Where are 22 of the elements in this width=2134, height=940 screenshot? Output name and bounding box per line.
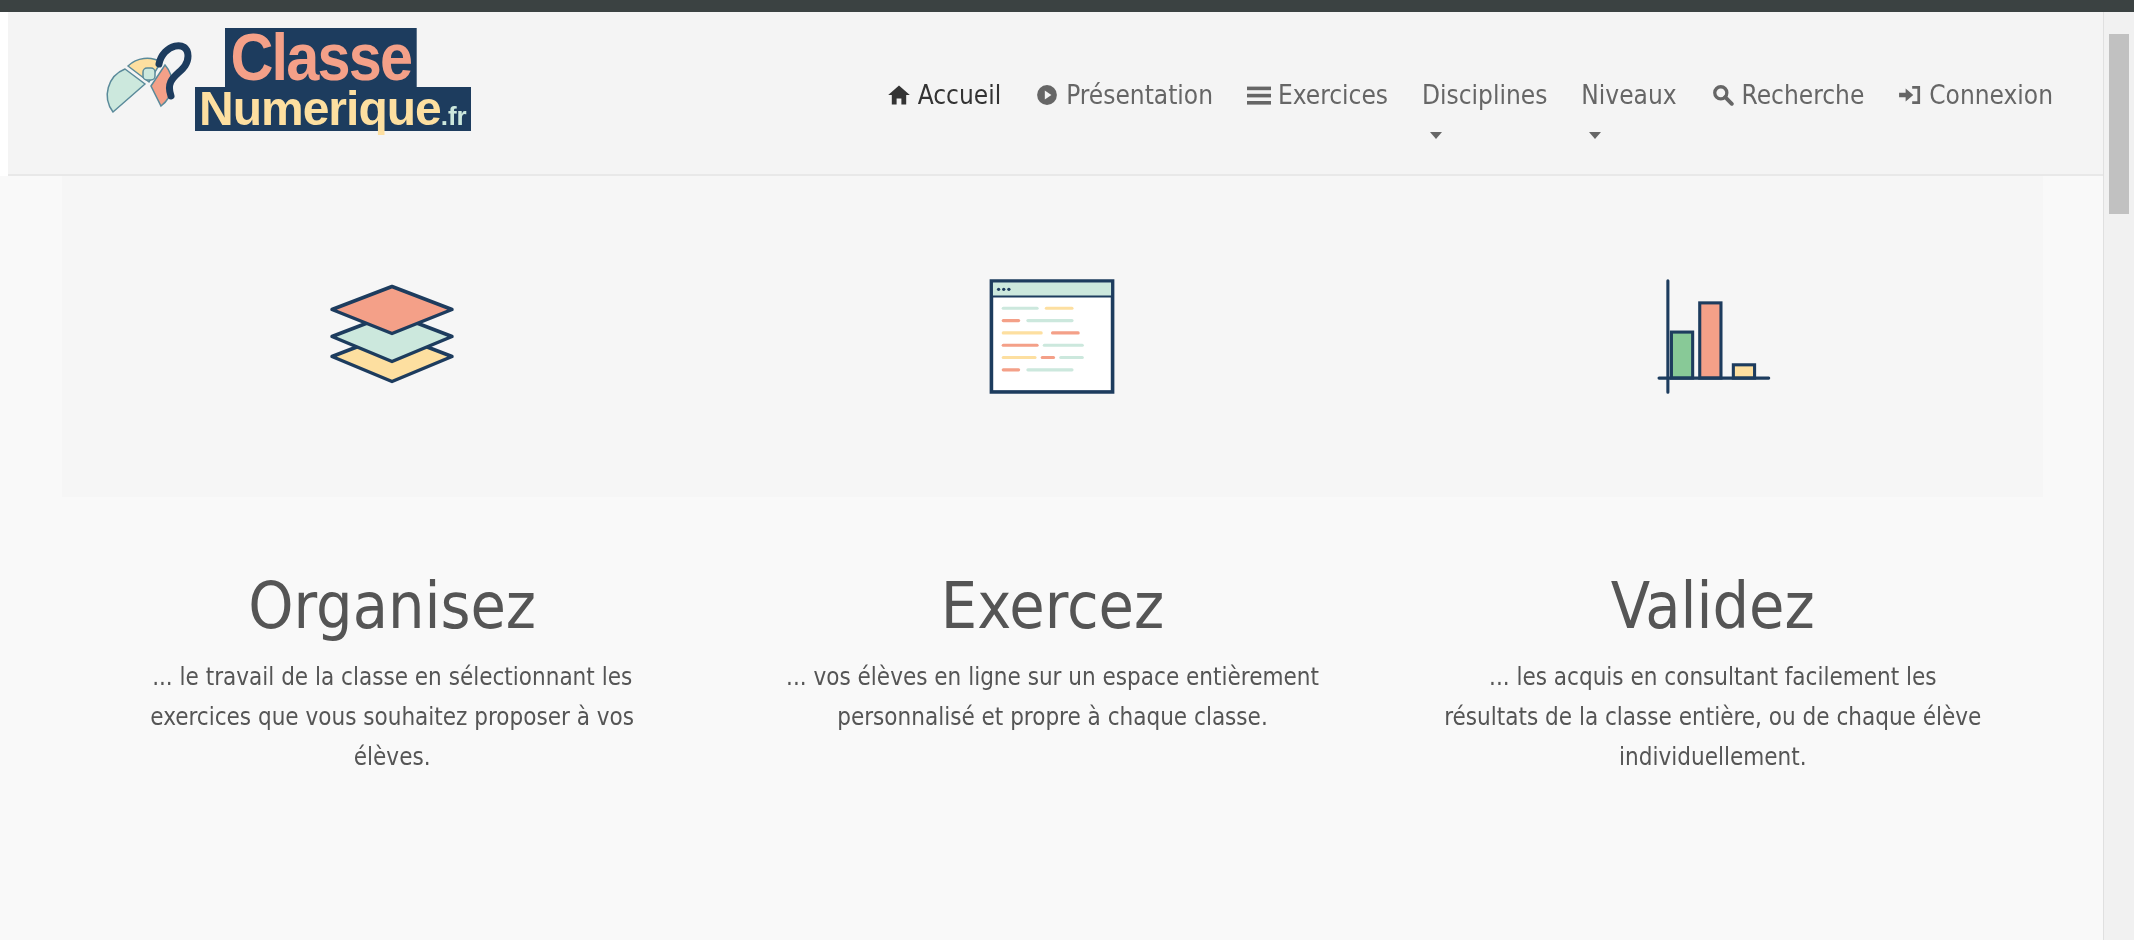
nav-link[interactable]: Niveaux [1581, 80, 1677, 140]
caret-icon [1589, 132, 1602, 140]
feature-heading: Organisez [248, 569, 537, 643]
caret-icon [1430, 132, 1443, 140]
feature-description: ... vos élèves en ligne sur un espace entièrement personnalisé et propre à chaque classe. [785, 662, 1320, 733]
home-icon [886, 84, 911, 106]
feature-description: ... les acquis en consultant facilement les résultats de la classe entière, ou de chaque élève individuellement. [1443, 662, 1983, 773]
feature-heading: Validez [1610, 569, 1815, 643]
feature-heading: Exercez [940, 569, 1165, 643]
search-icon [1710, 84, 1735, 106]
nav-link[interactable]: Connexion [1898, 80, 2053, 140]
scrollbar[interactable] [2103, 12, 2134, 940]
feature-description: ... le travail de la classe en sélectionnant les exercices que vous souhaitez proposer à vos élèves. [149, 662, 636, 773]
menu-icon [1246, 84, 1271, 106]
nav-link[interactable]: Exercices [1246, 80, 1389, 140]
nav-link[interactable]: Présentation [1035, 80, 1213, 140]
scrollbar-thumb[interactable] [2109, 34, 2129, 214]
play-icon [1035, 84, 1060, 106]
nav-link[interactable]: Recherche [1710, 80, 1865, 140]
nav-link[interactable]: Accueil [886, 80, 1002, 140]
nav-link[interactable]: Disciplines [1422, 80, 1548, 140]
sign-in-icon [1898, 84, 1923, 106]
